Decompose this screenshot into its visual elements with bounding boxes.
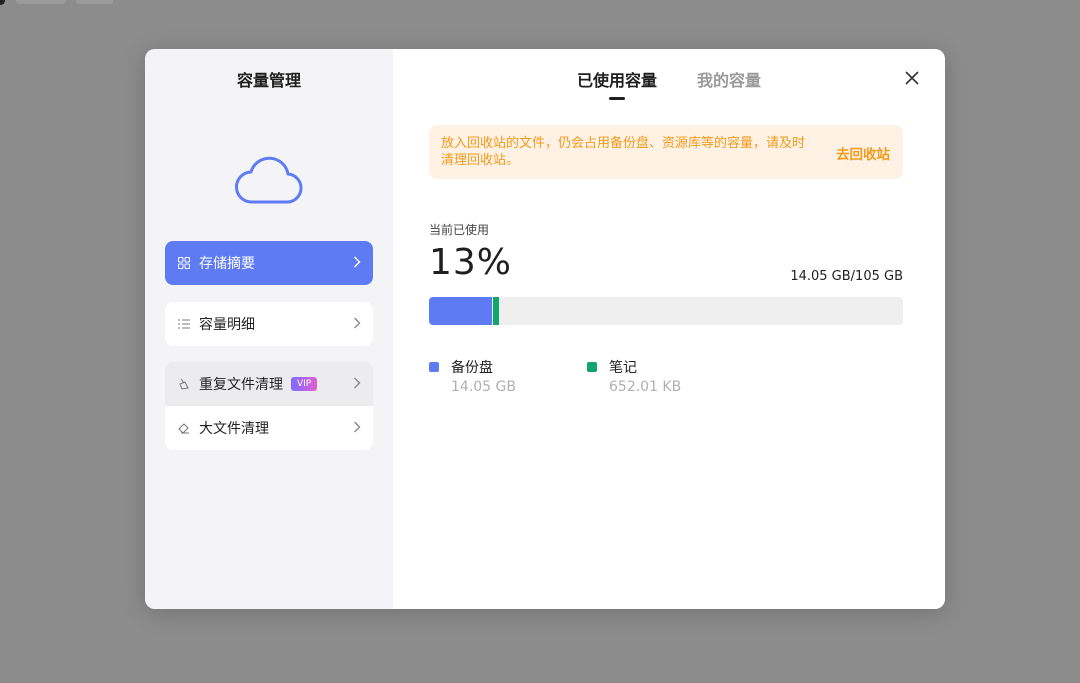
background-tab xyxy=(16,0,66,4)
go-to-recycle-bin-link[interactable]: 去回收站 xyxy=(836,143,890,163)
window-control-dot xyxy=(0,0,5,5)
tab-my-capacity[interactable]: 我的容量 xyxy=(697,67,761,91)
legend-swatch xyxy=(587,362,597,372)
chevron-right-icon xyxy=(354,256,361,268)
broom-icon xyxy=(177,377,191,391)
sidebar-item-storage-summary[interactable]: 存储摘要 xyxy=(165,241,373,285)
background-tab xyxy=(76,0,113,4)
legend-name: 备份盘 xyxy=(451,360,493,376)
main-panel: 已使用容量 我的容量 放入回收站的文件，仍会占用备份盘、资源库等的容量，请及时清… xyxy=(393,49,945,609)
chevron-right-icon xyxy=(354,377,361,389)
sidebar-item-label: 大文件清理 xyxy=(199,421,269,437)
sidebar-item-duplicate-cleanup[interactable]: 重复文件清理 VIP xyxy=(165,362,373,406)
grid-icon xyxy=(177,256,191,270)
sidebar-item-capacity-detail[interactable]: 容量明细 xyxy=(165,302,373,346)
capacity-dialog: 容量管理 存储摘要 容量明细 重复文件清理 VIP 大文件清理 已使用容量 我的… xyxy=(145,49,945,609)
list-icon xyxy=(177,317,191,331)
vip-badge: VIP xyxy=(291,377,318,391)
tab-used-capacity[interactable]: 已使用容量 xyxy=(577,67,657,91)
usage-bar-segment xyxy=(493,297,499,325)
active-tab-indicator xyxy=(609,97,625,100)
sidebar: 容量管理 存储摘要 容量明细 重复文件清理 VIP 大文件清理 xyxy=(145,49,393,609)
close-icon[interactable] xyxy=(901,67,923,89)
legend-swatch xyxy=(429,362,439,372)
sidebar-item-label: 容量明细 xyxy=(199,317,255,333)
notice-text: 放入回收站的文件，仍会占用备份盘、资源库等的容量，请及时清理回收站。 xyxy=(441,136,806,168)
eraser-icon xyxy=(177,421,191,435)
legend-value: 14.05 GB xyxy=(451,379,516,395)
usage-bar-segment xyxy=(429,297,492,325)
usage-label: 当前已使用 xyxy=(429,223,490,237)
chevron-right-icon xyxy=(354,421,361,433)
usage-bar xyxy=(429,297,903,325)
sidebar-item-large-file-cleanup[interactable]: 大文件清理 xyxy=(165,406,373,450)
chevron-right-icon xyxy=(354,317,361,329)
sidebar-title: 容量管理 xyxy=(236,71,301,90)
usage-percent: 13% xyxy=(429,242,513,283)
legend-value: 652.01 KB xyxy=(609,379,682,395)
legend-name: 笔记 xyxy=(609,360,637,376)
cloud-icon xyxy=(235,156,303,204)
usage-total: 14.05 GB/105 GB xyxy=(790,269,903,284)
recycle-bin-notice: 放入回收站的文件，仍会占用备份盘、资源库等的容量，请及时清理回收站。 去回收站 xyxy=(429,125,903,179)
sidebar-item-label: 存储摘要 xyxy=(199,256,255,272)
sidebar-item-label: 重复文件清理 xyxy=(199,377,283,393)
